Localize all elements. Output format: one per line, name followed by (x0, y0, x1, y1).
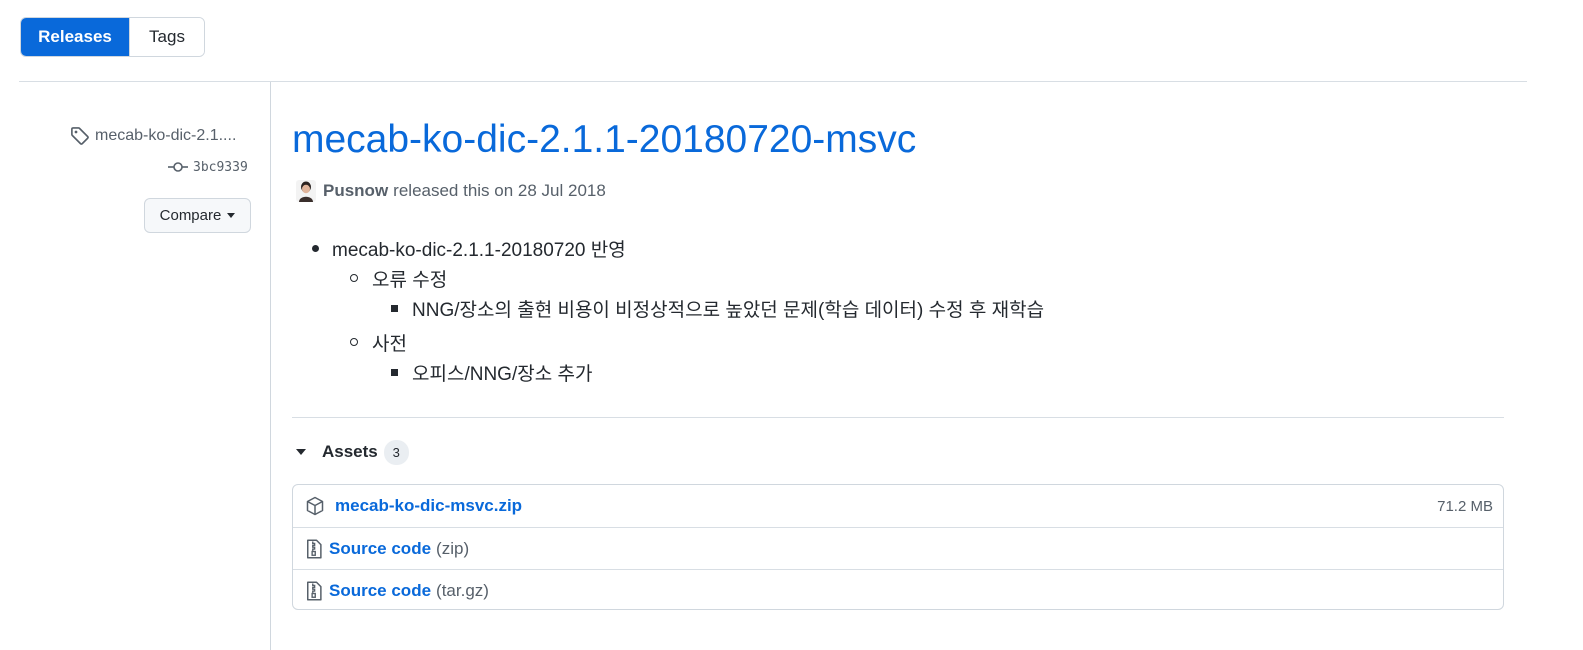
assets-divider (292, 417, 1504, 418)
list-item: 오피스/NNG/장소 추가 (292, 358, 592, 386)
bullet (350, 274, 358, 282)
release-byline: Pusnow released this on 28 Jul 2018 (296, 178, 606, 204)
assets-count-badge: 3 (383, 439, 409, 465)
bullet (391, 369, 398, 376)
asset-size: 71.2 MB (1437, 497, 1493, 515)
note-item-1: mecab-ko-dic-2.1.1-20180720 반영 (332, 239, 626, 261)
tab-tags[interactable]: Tags (129, 18, 204, 56)
asset-link[interactable]: Source code (329, 581, 431, 601)
bullet (391, 305, 398, 312)
assets-toggle[interactable]: Assets 3 (296, 438, 409, 466)
commit-sha: 3bc9339 (193, 159, 248, 175)
release-tag-link[interactable]: mecab-ko-dic-2.1.... (70, 124, 255, 148)
bullet (312, 245, 319, 252)
asset-link[interactable]: Source code (329, 539, 431, 559)
tag-label: mecab-ko-dic-2.1.... (95, 127, 237, 144)
list-item: NNG/장소의 출현 비용이 비정상적으로 높았던 문제(학습 데이터) 수정 … (292, 294, 1044, 322)
assets-list: mecab-ko-dic-msvc.zip 71.2 MB Source cod… (292, 484, 1504, 610)
asset-format: (zip) (436, 538, 470, 558)
note-sub-2-item: 오피스/NNG/장소 추가 (412, 363, 593, 385)
assets-heading: Assets (322, 442, 378, 461)
note-sub-1-item: NNG/장소의 출현 비용이 비정상적으로 높았던 문제(학습 데이터) 수정 … (412, 299, 1045, 321)
list-item: mecab-ko-dic-2.1.1-20180720 반영 (292, 234, 626, 262)
file-zip-icon (307, 581, 322, 600)
asset-row: mecab-ko-dic-msvc.zip 71.2 MB (293, 485, 1503, 527)
triangle-down-icon (296, 449, 306, 455)
asset-format: (tar.gz) (436, 580, 489, 600)
bullet (350, 338, 358, 346)
asset-link[interactable]: mecab-ko-dic-msvc.zip (335, 496, 522, 516)
note-sub-2: 사전 (372, 333, 407, 355)
asset-row: Source code (zip) (293, 527, 1503, 569)
commit-icon (168, 162, 188, 172)
caret-down-icon (227, 213, 236, 218)
file-zip-icon (307, 539, 322, 558)
list-item: 오류 수정 (292, 264, 447, 292)
header-divider (19, 81, 1527, 82)
note-sub-1: 오류 수정 (372, 269, 448, 291)
tab-releases[interactable]: Releases (21, 18, 129, 56)
release-date-text: released this on 28 Jul 2018 (393, 181, 606, 200)
asset-row: Source code (tar.gz) (293, 569, 1503, 611)
avatar[interactable] (296, 180, 316, 202)
release-tabs: Releases Tags (20, 17, 205, 57)
commit-link[interactable]: 3bc9339 (168, 157, 253, 177)
list-item: 사전 (292, 328, 407, 356)
sidebar-divider (270, 82, 271, 650)
release-title[interactable]: mecab-ko-dic-2.1.1-20180720-msvc (292, 118, 916, 162)
tag-icon (71, 127, 89, 145)
compare-button[interactable]: Compare (144, 198, 251, 233)
author-name[interactable]: Pusnow (323, 181, 388, 201)
compare-label: Compare (159, 207, 222, 224)
package-icon (306, 496, 324, 516)
